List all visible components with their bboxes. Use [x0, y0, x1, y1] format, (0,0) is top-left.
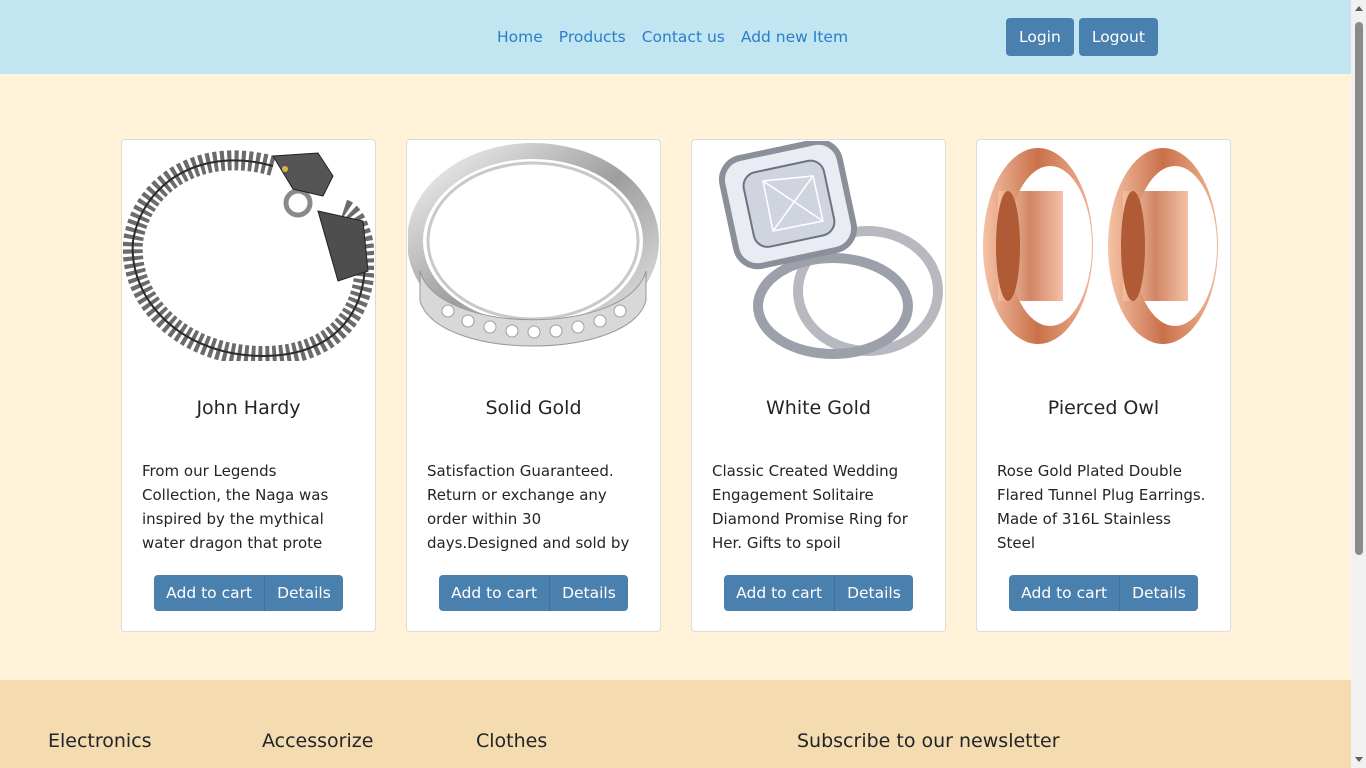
nav-link-home[interactable]: Home: [497, 26, 543, 48]
diamond-ring-icon: [718, 141, 943, 359]
details-button[interactable]: Details: [835, 575, 913, 611]
product-actions: Add to cart Details: [122, 575, 375, 611]
rose-gold-plugs-image[interactable]: [978, 141, 1229, 361]
logout-button[interactable]: Logout: [1078, 18, 1158, 56]
nav-link-products[interactable]: Products: [559, 26, 626, 48]
product-card: Pierced Owl Rose Gold Plated Double Flar…: [976, 139, 1231, 632]
add-to-cart-button[interactable]: Add to cart: [1009, 575, 1121, 611]
scrollbar-thumb[interactable]: [1355, 22, 1363, 555]
product-card: White Gold Classic Created Wedding Engag…: [691, 139, 946, 632]
product-grid: John Hardy From our Legends Collection, …: [121, 139, 1231, 632]
diamond-ring-image[interactable]: [693, 141, 944, 361]
nav-link-add-item[interactable]: Add new Item: [741, 26, 848, 48]
main-nav: Home Products Contact us Add new Item: [497, 26, 864, 48]
add-to-cart-button[interactable]: Add to cart: [439, 575, 551, 611]
details-button[interactable]: Details: [1120, 575, 1198, 611]
product-title: Solid Gold: [485, 397, 582, 419]
product-description: Rose Gold Plated Double Flared Tunnel Pl…: [997, 462, 1206, 552]
product-actions: Add to cart Details: [692, 575, 945, 611]
product-title: John Hardy: [196, 397, 301, 419]
product-title: Pierced Owl: [1047, 397, 1160, 419]
nav-link-contact[interactable]: Contact us: [642, 26, 725, 48]
scroll-down-arrow-icon[interactable]: [1355, 757, 1363, 762]
product-card: John Hardy From our Legends Collection, …: [121, 139, 376, 632]
dragon-bracelet-icon: [123, 150, 374, 361]
product-description: Satisfaction Guaranteed. Return or excha…: [427, 462, 630, 552]
footer-heading-electronics: Electronics: [48, 730, 152, 752]
add-to-cart-button[interactable]: Add to cart: [154, 575, 266, 611]
product-title: White Gold: [766, 397, 871, 419]
silver-ring-icon: [408, 143, 659, 347]
silver-ring-image[interactable]: [408, 141, 659, 361]
dragon-bracelet-image[interactable]: [123, 141, 374, 361]
rose-gold-plugs-icon: [983, 148, 1218, 344]
footer-heading-clothes: Clothes: [476, 730, 548, 752]
footer-heading-accessorize: Accessorize: [262, 730, 374, 752]
add-to-cart-button[interactable]: Add to cart: [724, 575, 836, 611]
product-card: Solid Gold Satisfaction Guaranteed. Retu…: [406, 139, 661, 632]
details-button[interactable]: Details: [265, 575, 343, 611]
login-button[interactable]: Login: [1006, 18, 1074, 56]
auth-buttons: Login Logout: [1006, 18, 1158, 56]
page-scrollbar[interactable]: [1351, 0, 1366, 768]
footer-heading-newsletter: Subscribe to our newsletter: [797, 730, 1060, 752]
product-description: Classic Created Wedding Engagement Solit…: [712, 462, 908, 552]
product-actions: Add to cart Details: [407, 575, 660, 611]
footer: Electronics Accessorize Clothes Subscrib…: [0, 680, 1351, 768]
product-actions: Add to cart Details: [977, 575, 1230, 611]
details-button[interactable]: Details: [550, 575, 628, 611]
product-description: From our Legends Collection, the Naga wa…: [142, 462, 329, 552]
scroll-up-arrow-icon[interactable]: [1355, 6, 1363, 11]
top-navbar: Home Products Contact us Add new Item Lo…: [0, 0, 1351, 74]
